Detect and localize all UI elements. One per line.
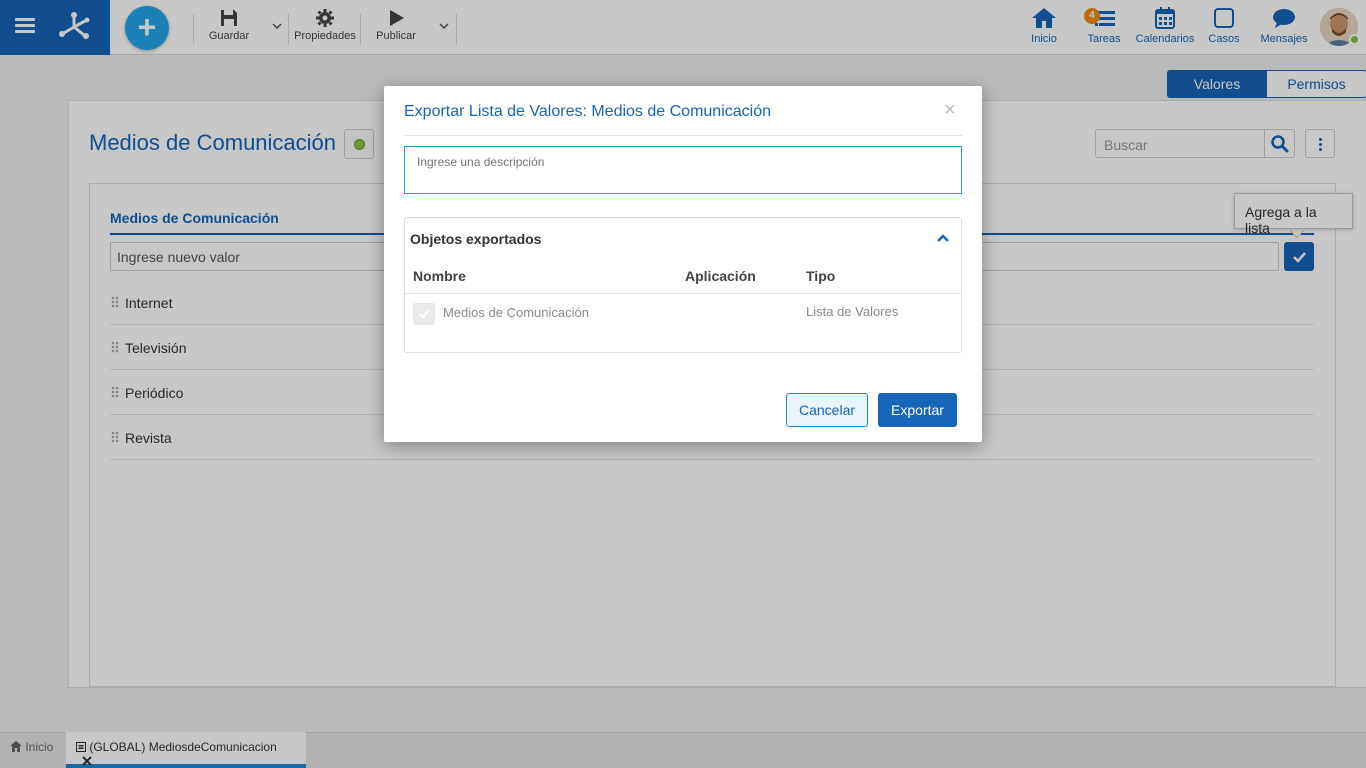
exported-objects-title: Objetos exportados xyxy=(410,231,542,247)
close-icon[interactable]: × xyxy=(944,99,956,122)
exported-objects-panel: Objetos exportados Nombre Aplicación Tip… xyxy=(404,217,962,353)
check-icon xyxy=(419,310,429,319)
cancel-button[interactable]: Cancelar xyxy=(786,393,868,427)
dialog-title: Exportar Lista de Valores: Medios de Com… xyxy=(404,103,771,120)
chevron-up-icon[interactable] xyxy=(935,232,951,244)
export-button[interactable]: Exportar xyxy=(878,393,957,427)
export-dialog: Exportar Lista de Valores: Medios de Com… xyxy=(384,86,982,442)
object-name: Medios de Comunicación xyxy=(443,305,589,320)
object-checkbox xyxy=(413,303,435,325)
dialog-divider xyxy=(404,135,962,136)
column-header-name: Nombre xyxy=(413,268,466,284)
object-type: Lista de Valores xyxy=(806,304,899,319)
column-header-application: Aplicación xyxy=(685,268,756,284)
column-header-type: Tipo xyxy=(806,268,836,284)
table-header-divider xyxy=(405,293,961,294)
description-input[interactable] xyxy=(404,146,962,194)
